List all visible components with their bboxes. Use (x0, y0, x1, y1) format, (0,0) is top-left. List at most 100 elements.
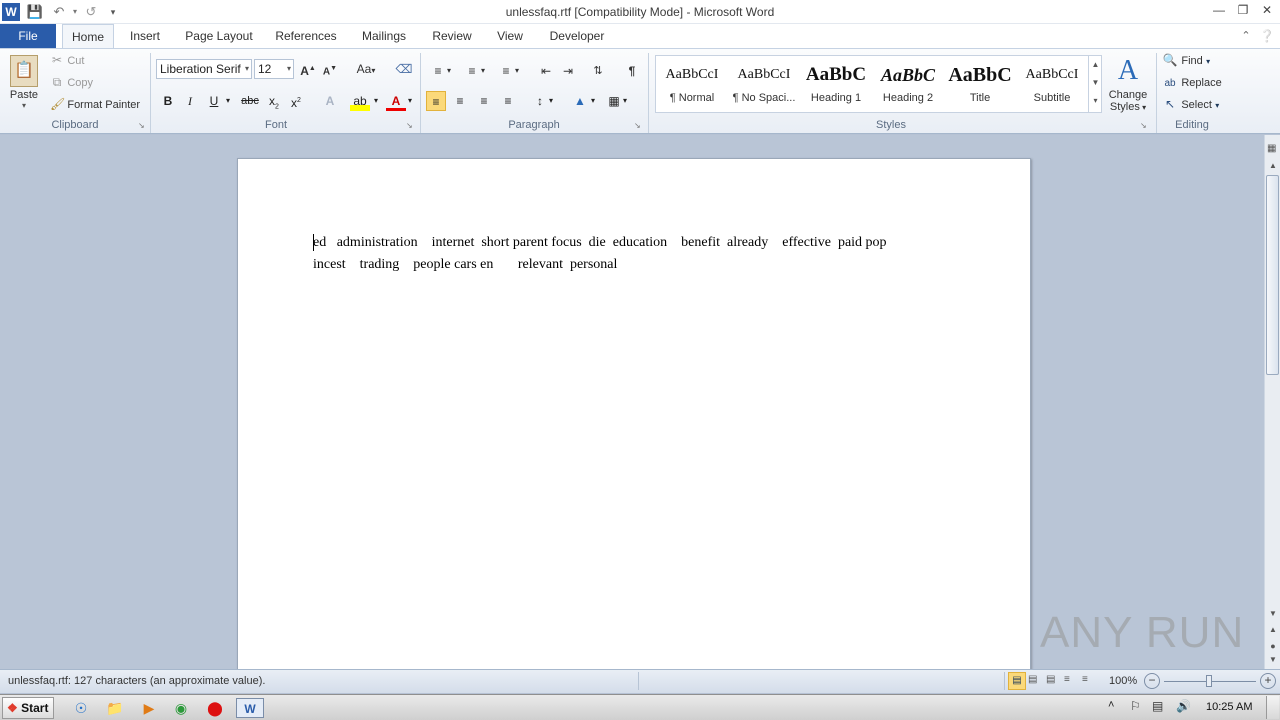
clipboard-launcher-icon[interactable]: ↘ (138, 121, 145, 130)
scroll-down-icon[interactable]: ▼ (1267, 609, 1279, 618)
align-right-button[interactable]: ≡ (474, 91, 494, 111)
style-heading-2[interactable]: AaBbC Heading 2 (872, 56, 944, 112)
font-size-select[interactable]: 12 ▾ (254, 59, 294, 79)
style-heading-1[interactable]: AaBbC Heading 1 (800, 56, 872, 112)
styles-launcher-icon[interactable]: ↘ (1140, 121, 1147, 130)
action-center-flag-icon[interactable]: ⚐ (1130, 699, 1141, 713)
font-family-select[interactable]: Liberation Serif ▾ (156, 59, 252, 79)
shading-dropdown-icon[interactable]: ▾ (588, 91, 598, 111)
help-icon[interactable]: ❔ (1258, 24, 1276, 48)
more-styles-icon[interactable]: ▾ (1089, 92, 1102, 110)
explorer-folder-icon[interactable]: 📁 (104, 698, 126, 718)
line-spacing-dropdown-icon[interactable]: ▾ (546, 91, 556, 111)
text-effects-icon[interactable]: A (320, 91, 340, 111)
align-left-button[interactable]: ≡ (426, 91, 446, 111)
cut-button[interactable]: ✂ Cut (50, 53, 85, 71)
opera-icon[interactable]: ⬤ (204, 698, 226, 718)
tab-page-layout[interactable]: Page Layout (180, 24, 258, 48)
close-button[interactable]: ✕ (1256, 0, 1278, 20)
replace-button[interactable]: ab Replace (1162, 75, 1221, 93)
change-case-icon[interactable]: Aa▾ (352, 59, 380, 79)
next-page-icon[interactable]: ▼ (1267, 655, 1279, 664)
full-screen-reading-icon[interactable]: ▤ (1028, 674, 1042, 685)
bold-button[interactable]: B (158, 91, 178, 111)
paste-button[interactable]: 📋 Paste ▾ (6, 53, 42, 113)
media-player-icon[interactable]: ▶ (138, 698, 160, 718)
view-ruler-icon[interactable]: ▦ (1267, 143, 1279, 157)
font-color-icon[interactable]: A (386, 91, 406, 111)
font-color-dropdown-icon[interactable]: ▾ (404, 91, 416, 111)
print-layout-view-icon[interactable]: ▤ (1008, 672, 1026, 690)
show-formatting-marks-icon[interactable]: ¶ (622, 61, 642, 81)
web-layout-icon[interactable]: ▤ (1046, 674, 1060, 685)
start-button[interactable]: ❖ Start (2, 697, 54, 719)
draft-view-icon[interactable]: ≡ (1082, 674, 1096, 685)
underline-button[interactable]: U (204, 91, 224, 111)
zoom-level[interactable]: 100% (1109, 675, 1137, 687)
style-normal[interactable]: AaBbCcI ¶ Normal (656, 56, 728, 112)
scroll-up-icon[interactable]: ▲ (1089, 56, 1102, 74)
tab-mailings[interactable]: Mailings (354, 24, 414, 48)
minimize-button[interactable]: — (1208, 0, 1230, 20)
tab-developer[interactable]: Developer (544, 24, 610, 48)
italic-button[interactable]: I (180, 91, 200, 111)
zoom-slider-thumb[interactable] (1206, 675, 1212, 687)
tab-references[interactable]: References (270, 24, 342, 48)
increase-indent-icon[interactable]: ⇥ (558, 61, 578, 81)
shading-icon[interactable]: ▲ (570, 91, 590, 111)
highlight-icon[interactable]: ab (350, 91, 370, 111)
shrink-font-icon[interactable]: A▼ (320, 59, 340, 79)
network-icon[interactable]: ▤ (1152, 699, 1163, 713)
tab-view[interactable]: View (490, 24, 530, 48)
style-no-spacing[interactable]: AaBbCcI ¶ No Spaci... (728, 56, 800, 112)
subscript-button[interactable]: x2 (264, 91, 284, 111)
zoom-in-icon[interactable]: + (1260, 673, 1276, 689)
clock[interactable]: 10:25 AM (1206, 701, 1252, 713)
minimize-ribbon-icon[interactable]: ⌃ (1238, 24, 1254, 48)
change-styles-button[interactable]: A Change Styles ▾ (1104, 53, 1152, 117)
restore-button[interactable]: ❐ (1232, 0, 1254, 20)
style-title[interactable]: AaBbC Title (944, 56, 1016, 112)
numbering-dropdown-icon[interactable]: ▾ (478, 61, 488, 81)
outline-view-icon[interactable]: ≡ (1064, 674, 1078, 685)
bullets-dropdown-icon[interactable]: ▾ (444, 61, 454, 81)
previous-page-icon[interactable]: ▲ (1267, 625, 1279, 634)
show-desktop-button[interactable] (1266, 696, 1279, 719)
underline-dropdown-icon[interactable]: ▾ (222, 91, 234, 111)
scroll-thumb[interactable] (1266, 175, 1279, 375)
document-line-2[interactable]: incest trading people cars en relevant p… (313, 257, 617, 273)
volume-icon[interactable]: 🔊 (1176, 699, 1191, 713)
multilevel-dropdown-icon[interactable]: ▾ (512, 61, 522, 81)
font-launcher-icon[interactable]: ↘ (406, 121, 413, 130)
find-button[interactable]: 🔍 Find ▾ (1162, 53, 1211, 71)
browse-object-icon[interactable]: ● (1267, 641, 1279, 651)
chrome-icon[interactable]: ◉ (170, 698, 192, 718)
sort-icon[interactable]: ⇅ (588, 61, 608, 81)
copy-button[interactable]: ⧉ Copy (50, 75, 93, 93)
strikethrough-button[interactable]: abc (240, 91, 260, 111)
scroll-down-icon[interactable]: ▼ (1089, 74, 1102, 92)
tab-insert[interactable]: Insert (122, 24, 168, 48)
highlight-dropdown-icon[interactable]: ▾ (370, 91, 382, 111)
scroll-up-icon[interactable]: ▲ (1267, 161, 1279, 170)
format-painter-button[interactable]: 🖌 Format Painter (50, 97, 140, 115)
align-center-button[interactable]: ≡ (450, 91, 470, 111)
word-taskbar-icon[interactable]: W (236, 698, 264, 718)
decrease-indent-icon[interactable]: ⇤ (536, 61, 556, 81)
superscript-button[interactable]: x2 (286, 91, 306, 111)
vertical-scrollbar[interactable]: ▦ ▲ ▼ ▲ ● ▼ (1264, 135, 1280, 669)
clear-formatting-icon[interactable]: ⌫ (394, 59, 414, 79)
document-line-1[interactable]: ed administration internet short parent … (313, 235, 887, 251)
zoom-out-icon[interactable]: − (1144, 673, 1160, 689)
show-hidden-icons-icon[interactable]: ˄ (1108, 699, 1114, 711)
paragraph-launcher-icon[interactable]: ↘ (634, 121, 641, 130)
tab-file[interactable]: File (0, 24, 56, 48)
tab-home[interactable]: Home (62, 24, 114, 49)
internet-explorer-icon[interactable]: ☉ (70, 698, 92, 718)
select-button[interactable]: ↖ Select ▾ (1162, 97, 1219, 115)
borders-dropdown-icon[interactable]: ▾ (620, 91, 630, 111)
gallery-scroll[interactable]: ▲ ▼ ▾ (1088, 56, 1102, 112)
grow-font-icon[interactable]: A▲ (298, 59, 318, 79)
tab-review[interactable]: Review (426, 24, 478, 48)
justify-button[interactable]: ≡ (498, 91, 518, 111)
